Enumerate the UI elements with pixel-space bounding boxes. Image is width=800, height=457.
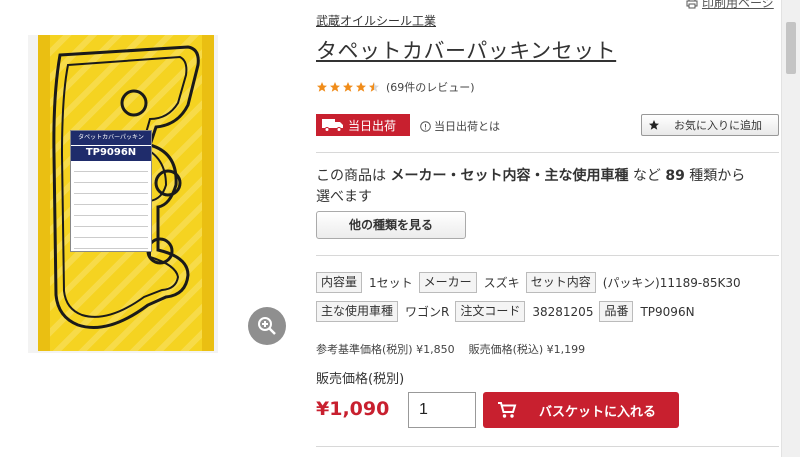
print-link-label: 印刷用ページ (702, 0, 774, 10)
star-icon (649, 120, 659, 130)
reference-price: 参考基準価格(税別) ¥1,850 (316, 343, 455, 356)
spec-label-set-contents: セット内容 (525, 272, 596, 293)
spec-value-set-contents: (パッキン)11189-85K30 (602, 276, 741, 290)
variant-count: 89 (665, 168, 685, 184)
divider (316, 255, 779, 256)
add-to-basket-button[interactable]: バスケットに入れる (483, 392, 679, 428)
rating-row[interactable]: (69件のレビュー) (316, 79, 475, 95)
product-image[interactable]: タペットカバーパッキン TP9096N (28, 35, 218, 353)
add-to-basket-label: バスケットに入れる (539, 404, 657, 420)
spec-label-capacity: 内容量 (316, 272, 363, 293)
spec-row-1: 内容量 1セット メーカー スズキ セット内容 (パッキン)11189-85K3… (316, 272, 747, 293)
price-value: ¥1,090 (316, 398, 390, 420)
print-icon (686, 0, 698, 8)
spec-row-2: 主な使用車種 ワゴンR 注文コード 38281205 品番 TP9096N (316, 301, 701, 322)
brand-link[interactable]: 武蔵オイルシール工業 (316, 12, 436, 29)
spec-value-part-number: TP9096N (640, 304, 695, 319)
variant-description: この商品は メーカー・セット内容・主な使用車種 など 89 種類から選べます (316, 166, 756, 208)
spec-value-vehicle: ワゴンR (405, 305, 450, 319)
divider (316, 446, 779, 447)
scrollbar-thumb[interactable] (786, 22, 796, 74)
vertical-scrollbar[interactable] (781, 0, 800, 457)
rating-star-icon (343, 82, 353, 92)
divider (316, 152, 779, 153)
rating-star-icon (317, 82, 327, 92)
print-page-link[interactable]: 印刷用ページ (686, 0, 774, 11)
spec-label-part-number: 品番 (599, 301, 634, 322)
truck-icon (322, 119, 343, 132)
review-count[interactable]: (69件のレビュー) (386, 79, 475, 95)
zoom-button[interactable] (248, 307, 286, 345)
price-label: 販売価格(税別) (316, 372, 405, 387)
sale-price-tax-included: 販売価格(税込) ¥1,199 (468, 343, 586, 356)
shipping-row: 当日出荷 当日出荷とは お気に入りに追加 (316, 114, 779, 136)
see-other-variants-button[interactable]: 他の種類を見る (316, 211, 466, 239)
favorite-button-label: お気に入りに追加 (674, 119, 762, 132)
package-photo: タペットカバーパッキン TP9096N (38, 35, 214, 351)
spec-value-order-code: 38281205 (532, 304, 594, 319)
spec-value-capacity: 1セット (369, 276, 413, 290)
rating-star-icon (356, 82, 366, 92)
package-label-code: TP9096N (71, 145, 151, 161)
package-label-title: タペットカバーパッキン (71, 131, 151, 145)
variant-text-bold: メーカー・セット内容・主な使用車種 (390, 168, 629, 184)
package-label-rows (71, 161, 151, 255)
same-day-help-label: 当日出荷とは (434, 120, 500, 133)
star-rating (316, 81, 380, 93)
variant-text-mid: など (632, 168, 661, 184)
reference-prices: 参考基準価格(税別) ¥1,850 販売価格(税込) ¥1,199 (316, 341, 585, 357)
variant-text-prefix: この商品は (316, 168, 386, 184)
info-icon (420, 120, 431, 132)
spec-value-maker: スズキ (483, 276, 520, 290)
product-title[interactable]: タペットカバーパッキンセット (316, 35, 616, 65)
same-day-help-link[interactable]: 当日出荷とは (420, 118, 500, 134)
same-day-shipping-badge: 当日出荷 (316, 114, 410, 136)
cart-icon (498, 402, 517, 418)
same-day-badge-label: 当日出荷 (348, 118, 397, 133)
zoom-in-icon (258, 317, 276, 335)
add-to-favorites-button[interactable]: お気に入りに追加 (641, 114, 779, 136)
spec-label-maker: メーカー (418, 272, 477, 293)
spec-label-order-code: 注文コード (455, 301, 526, 322)
package-label: タペットカバーパッキン TP9096N (70, 130, 152, 252)
quantity-input[interactable] (408, 392, 476, 428)
rating-star-icon (369, 82, 379, 92)
spec-label-vehicle: 主な使用車種 (316, 301, 399, 322)
rating-star-icon (330, 82, 340, 92)
